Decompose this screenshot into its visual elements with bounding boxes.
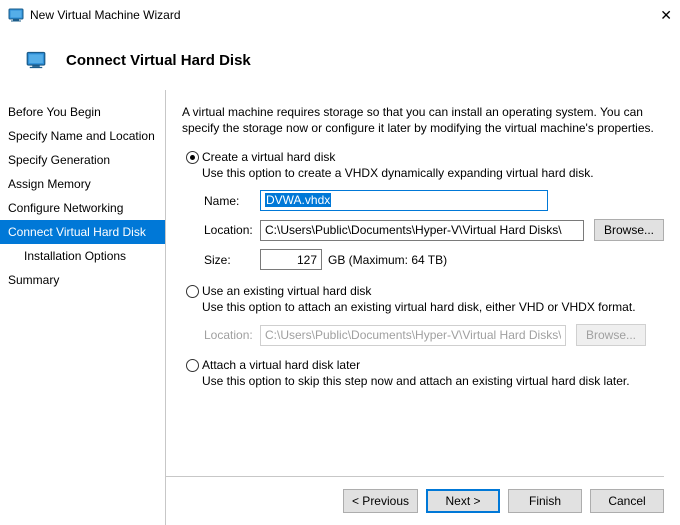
radio-existing-vhd[interactable] [186, 285, 199, 298]
finish-button[interactable]: Finish [508, 489, 582, 513]
option-later-subtitle: Use this option to skip this step now an… [202, 374, 664, 388]
option-existing-title: Use an existing virtual hard disk [202, 284, 664, 298]
footer-separator [166, 476, 664, 477]
step-specify-name[interactable]: Specify Name and Location [0, 124, 165, 148]
wizard-footer: < Previous Next > Finish Cancel [343, 489, 664, 513]
name-label: Name: [204, 194, 260, 208]
option-create-title: Create a virtual hard disk [202, 150, 664, 164]
step-installation-options[interactable]: Installation Options [0, 244, 165, 268]
location-field[interactable] [260, 220, 584, 241]
step-before-you-begin[interactable]: Before You Begin [0, 100, 165, 124]
option-create-vhd: Create a virtual hard disk Use this opti… [182, 150, 664, 180]
page-title: Connect Virtual Hard Disk [66, 52, 251, 69]
next-button[interactable]: Next > [426, 489, 500, 513]
step-specify-generation[interactable]: Specify Generation [0, 148, 165, 172]
vm-icon [8, 7, 24, 23]
step-configure-networking[interactable]: Configure Networking [0, 196, 165, 220]
cancel-button[interactable]: Cancel [590, 489, 664, 513]
option-attach-later: Attach a virtual hard disk later Use thi… [182, 358, 664, 388]
page-header: Connect Virtual Hard Disk [0, 30, 680, 90]
wizard-window: New Virtual Machine Wizard ✕ Connect Vir… [0, 0, 680, 525]
wizard-body: Before You Begin Specify Name and Locati… [0, 90, 680, 525]
option-create-subtitle: Use this option to create a VHDX dynamic… [202, 166, 664, 180]
vm-icon [26, 50, 46, 70]
option-later-title: Attach a virtual hard disk later [202, 358, 664, 372]
step-connect-vhd[interactable]: Connect Virtual Hard Disk [0, 220, 165, 244]
browse-button[interactable]: Browse... [594, 219, 664, 241]
size-field[interactable] [260, 249, 322, 270]
create-fields: Name: DVWA.vhdx Location: Browse... Size… [204, 190, 664, 270]
existing-location-label: Location: [204, 328, 260, 342]
size-unit-text: GB (Maximum: 64 TB) [328, 253, 447, 267]
radio-attach-later[interactable] [186, 359, 199, 372]
previous-button[interactable]: < Previous [343, 489, 418, 513]
radio-create-vhd[interactable] [186, 151, 199, 164]
window-title: New Virtual Machine Wizard [30, 8, 181, 22]
location-label: Location: [204, 223, 260, 237]
existing-fields: Location: Browse... [204, 324, 664, 346]
option-existing-subtitle: Use this option to attach an existing vi… [202, 300, 664, 314]
description-text: A virtual machine requires storage so th… [182, 104, 664, 136]
step-assign-memory[interactable]: Assign Memory [0, 172, 165, 196]
size-label: Size: [204, 253, 260, 267]
close-icon[interactable]: ✕ [660, 8, 672, 22]
existing-location-field [260, 325, 566, 346]
titlebar: New Virtual Machine Wizard ✕ [0, 0, 680, 30]
wizard-steps: Before You Begin Specify Name and Locati… [0, 90, 166, 525]
existing-browse-button: Browse... [576, 324, 646, 346]
step-summary[interactable]: Summary [0, 268, 165, 292]
option-existing-vhd: Use an existing virtual hard disk Use th… [182, 284, 664, 314]
wizard-content: A virtual machine requires storage so th… [166, 90, 680, 525]
